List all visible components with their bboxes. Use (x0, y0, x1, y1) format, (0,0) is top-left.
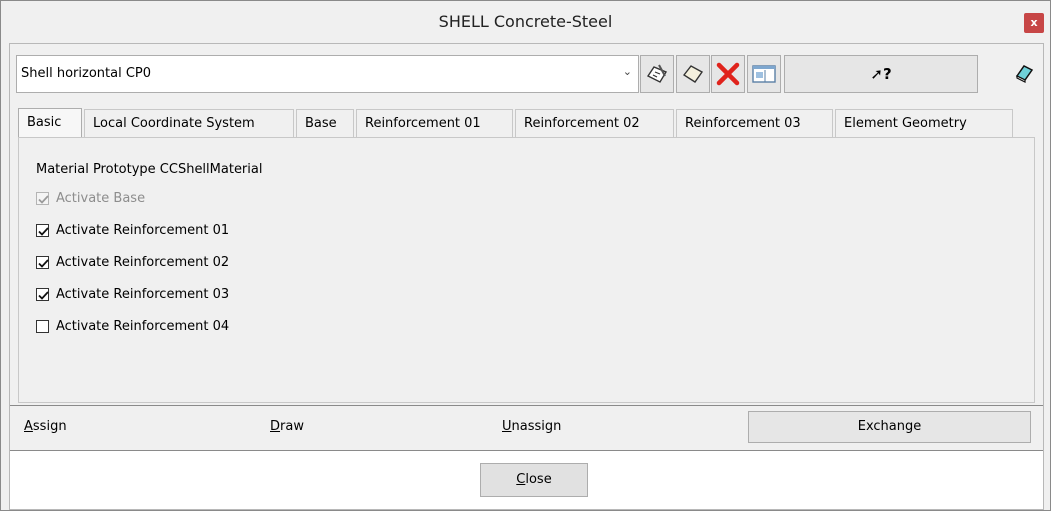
edit-button[interactable] (640, 55, 674, 93)
checkmark-icon (38, 291, 49, 300)
dialog-window: SHELL Concrete-Steel x Shell horizontal … (0, 0, 1051, 511)
chevron-down-icon[interactable]: ⌄ (623, 65, 632, 78)
draw-label: raw (280, 419, 304, 434)
material-prototype-label: Material Prototype CCShellMaterial (36, 162, 263, 177)
tab-base[interactable]: Base (296, 109, 354, 137)
window-button[interactable] (747, 55, 781, 93)
assign-button[interactable]: Assign (24, 419, 67, 434)
window-icon (752, 65, 776, 83)
checkmark-icon (38, 259, 49, 268)
close-accel: C (516, 472, 526, 487)
checkbox-box[interactable] (36, 224, 49, 237)
title-bar: SHELL Concrete-Steel x (1, 1, 1050, 43)
tab-reinforcement-01[interactable]: Reinforcement 01 (356, 109, 513, 137)
checkmark-icon (38, 227, 49, 236)
help-pointer-icon: ➚? (870, 65, 892, 83)
tab-basic[interactable]: Basic (18, 108, 82, 138)
checkbox-box[interactable] (36, 256, 49, 269)
material-select-value: Shell horizontal CP0 (21, 66, 152, 81)
close-window-button[interactable]: x (1024, 13, 1044, 33)
help-button[interactable]: ➚? (784, 55, 978, 93)
edit-icon (646, 64, 668, 83)
tab-reinforcement-03[interactable]: Reinforcement 03 (676, 109, 833, 137)
unassign-accel: U (502, 419, 512, 434)
material-select[interactable]: Shell horizontal CP0 ⌄ (16, 55, 639, 93)
checkbox-box[interactable] (36, 320, 49, 333)
close-button[interactable]: Close (480, 463, 588, 497)
tab-strip: Basic Local Coordinate System Base Reinf… (18, 108, 1018, 138)
close-label: lose (525, 472, 552, 487)
checkbox-label: Activate Base (56, 191, 146, 206)
exchange-button[interactable]: Exchange (748, 411, 1031, 443)
new-icon (682, 65, 704, 83)
dialog-footer: Close (10, 451, 1043, 509)
eraser-icon[interactable] (1013, 62, 1035, 84)
assign-label: ssign (32, 419, 67, 434)
help-glyph: ? (882, 65, 892, 83)
draw-button[interactable]: Draw (270, 419, 304, 434)
draw-accel: D (270, 419, 281, 434)
checkmark-icon (38, 195, 49, 204)
checkbox-label[interactable]: Activate Reinforcement 04 (56, 319, 229, 334)
new-button[interactable] (676, 55, 710, 93)
window-title: SHELL Concrete-Steel (438, 12, 613, 31)
checkbox-box (36, 192, 49, 205)
checkbox-label[interactable]: Activate Reinforcement 03 (56, 287, 229, 302)
checkbox-label[interactable]: Activate Reinforcement 02 (56, 255, 229, 270)
unassign-button[interactable]: Unassign (502, 419, 561, 434)
unassign-label: nassign (511, 419, 562, 434)
delete-icon (716, 62, 740, 86)
action-bar: Assign Draw Unassign Exchange (10, 405, 1043, 451)
delete-button[interactable] (711, 55, 745, 93)
tab-reinforcement-02[interactable]: Reinforcement 02 (515, 109, 674, 137)
checkbox-label[interactable]: Activate Reinforcement 01 (56, 223, 229, 238)
checkbox-box[interactable] (36, 288, 49, 301)
dialog-body: Shell horizontal CP0 ⌄ ➚? Basic Local Co… (9, 43, 1044, 510)
tab-local-coordinate-system[interactable]: Local Coordinate System (84, 109, 294, 137)
assign-accel: A (24, 419, 33, 434)
tab-element-geometry[interactable]: Element Geometry (835, 109, 1013, 137)
